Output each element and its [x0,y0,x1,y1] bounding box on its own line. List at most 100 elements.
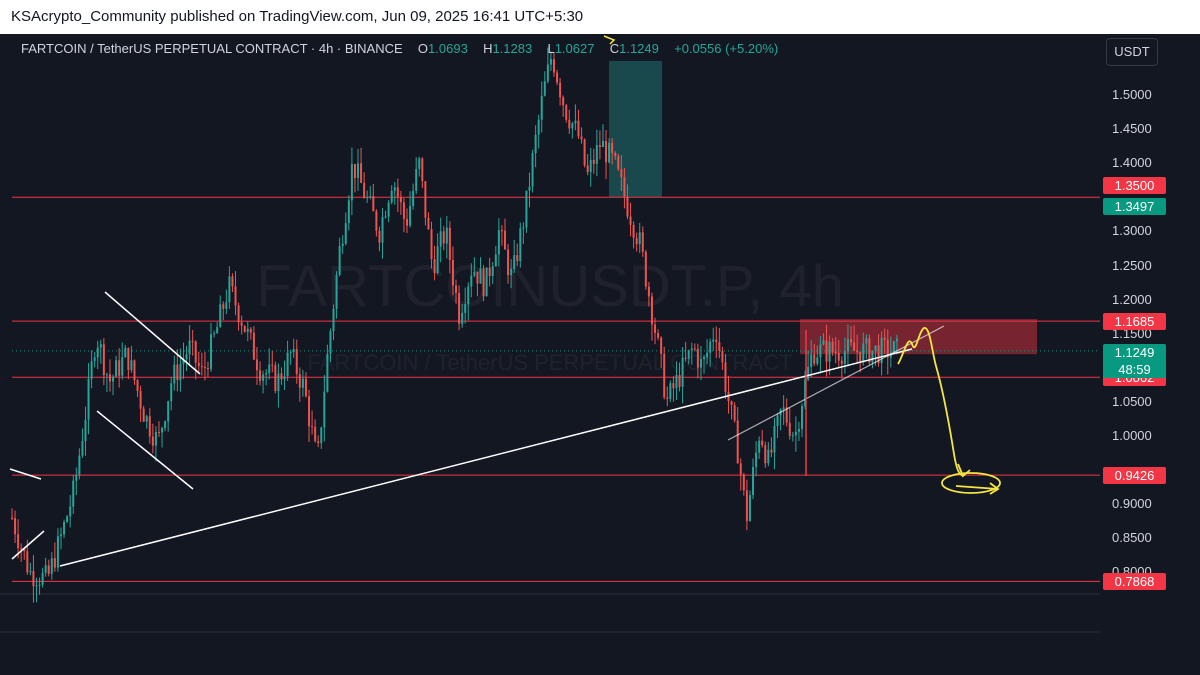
candle-body [451,259,454,286]
candle-body [436,246,439,273]
candle-body [813,354,816,364]
candle-body [755,452,758,467]
candle-body [742,474,745,491]
watermark-title: FARTCOINUSDT.P, 4h [256,254,844,319]
candle-body [605,140,608,163]
candle-body [47,565,50,574]
candle-body [197,362,200,366]
candle-body [277,373,280,392]
candle-body [479,268,482,284]
candle-body [11,517,13,519]
candle-body [353,163,356,179]
chart-panel[interactable]: FARTCOINUSDT.P, 4h FARTCOIN / TetherUS PE… [0,34,1200,675]
price-axis-tick: 1.0500 [1112,393,1152,409]
currency-button[interactable]: USDT [1106,38,1158,66]
symbol-line: FARTCOIN / TetherUS PERPETUAL CONTRACT ·… [21,41,403,56]
candle-body [378,230,381,243]
candle-body [556,72,559,83]
candle-body [620,168,623,178]
candle-body [831,341,834,352]
candle-body [868,338,871,363]
candle-body [819,344,822,358]
candle-body [393,187,396,191]
low-label: L [547,41,555,56]
candle-body [274,365,277,392]
price-axis-tick: 1.2000 [1112,291,1152,307]
candle-body [108,374,111,382]
candle-body [136,380,139,391]
candle-body [513,255,516,269]
candle-body [29,571,32,573]
candle-body [439,231,442,247]
candle-body [268,364,271,373]
candle-body [693,348,696,350]
candle-body [185,354,188,360]
level-badge: 1.3500 [1103,177,1166,195]
candle-body [396,187,399,197]
candle-body [237,305,240,323]
candle-body [280,373,283,380]
candle-body [488,267,491,276]
candle-body [562,97,565,106]
candle-body [69,506,72,517]
candle-body [565,105,568,120]
candle-body [623,177,626,197]
candle-body [715,339,718,343]
candle-body [188,340,191,355]
price-chart[interactable]: FARTCOINUSDT.P, 4h FARTCOIN / TetherUS PE… [0,34,1200,675]
candle-body [853,342,856,351]
candle-body [638,232,641,245]
candle-body [699,359,702,368]
candle-body [601,140,604,148]
level-badge: 0.9426 [1103,467,1166,485]
candle-body [724,362,727,392]
candle-body [730,401,733,406]
candle-body [255,359,258,371]
candle-body [210,334,213,370]
candle-body [834,351,837,353]
candle-body [761,440,764,446]
candle-body [360,163,363,183]
candle-body [733,405,736,421]
price-axis-tick: 1.5000 [1112,87,1152,102]
candle-body [243,325,246,332]
candle-body [366,196,369,198]
candle-body [234,286,237,306]
candle-body [706,352,709,358]
candle-body [598,145,601,148]
candle-body [228,276,231,303]
candle-body [301,378,304,388]
candle-body [179,363,182,381]
candle-body [549,59,552,65]
candle-body [892,341,895,353]
candle-body [347,200,350,224]
candle-body [500,230,503,232]
candle-body [357,163,360,179]
candle-body [626,196,629,217]
price-axis-tick: 1.3000 [1112,223,1152,239]
level-badge: 0.7868 [1103,573,1166,591]
candle-body [154,431,157,446]
candle-body [87,378,90,420]
candle-body [50,558,53,574]
candle-body [767,449,770,464]
candle-body [647,286,650,297]
candle-body [222,304,225,309]
close-label: C [609,41,620,56]
candle-body [246,328,249,332]
candle-body [304,378,307,397]
candle-body [99,344,102,348]
candle-body [641,232,644,252]
symbol-header: FARTCOIN / TetherUS PERPETUAL CONTRACT ·… [21,40,778,58]
candle-body [865,338,868,344]
candle-body [816,357,819,364]
candle-body [510,268,513,276]
candle-body [66,516,69,522]
candle-body [669,383,672,399]
candle-body [776,415,779,426]
candle-body [252,332,255,360]
candle-body [552,59,555,73]
candle-body [20,548,23,550]
candle-body [629,216,632,225]
candle-body [399,196,402,203]
